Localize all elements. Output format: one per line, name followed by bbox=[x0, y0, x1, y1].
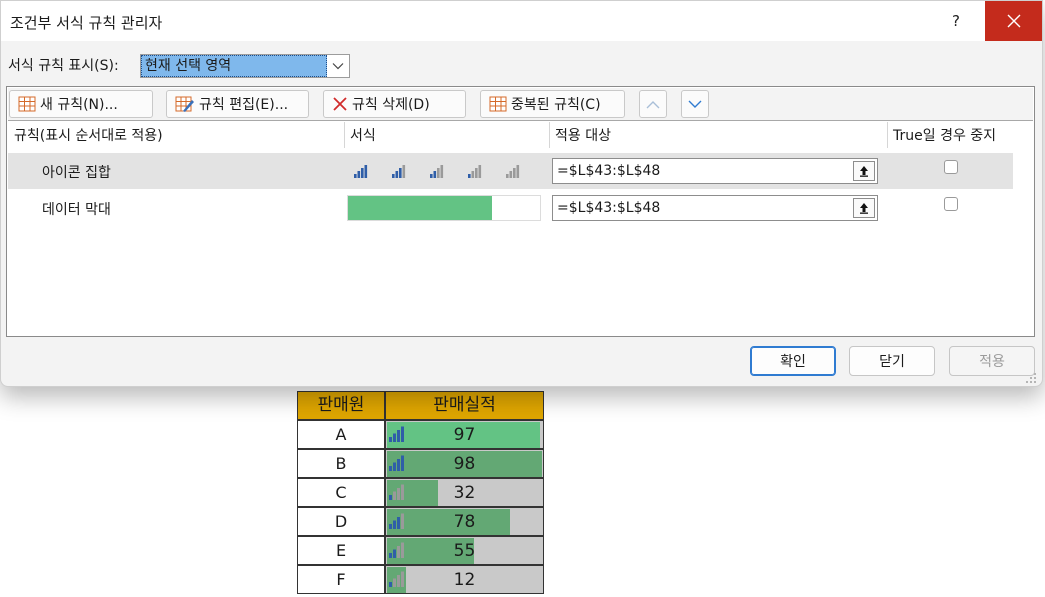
move-up-icon bbox=[646, 100, 660, 108]
icon-set-preview bbox=[346, 159, 546, 183]
signal-bars-icon bbox=[354, 165, 520, 178]
column-divider bbox=[549, 122, 550, 148]
move-down-button[interactable] bbox=[681, 90, 709, 118]
duplicate-rule-icon bbox=[489, 96, 507, 112]
show-rules-dropdown[interactable]: 현재 선택 영역 bbox=[140, 54, 350, 78]
resize-grip-icon[interactable] bbox=[1023, 369, 1037, 383]
rules-toolbar: 새 규칙(N)... 규칙 편집(E)... 규칙 삭제(D) 중복된 규칙(C… bbox=[8, 88, 1033, 121]
close-dialog-button[interactable]: 닫기 bbox=[849, 346, 935, 376]
new-rule-icon bbox=[18, 96, 36, 112]
show-rules-label: 서식 규칙 표시(S): bbox=[8, 58, 119, 74]
seller-cell[interactable]: C bbox=[297, 478, 385, 507]
move-up-button[interactable] bbox=[639, 90, 667, 118]
column-header-stop-if-true: True일 경우 중지 bbox=[893, 128, 997, 144]
column-divider bbox=[887, 122, 888, 148]
rule-row-data-bar[interactable]: 데이터 막대 =$L$43:$L$48 bbox=[8, 190, 1013, 226]
rule-row-icon-set[interactable]: 아이콘 집합 =$L$43:$L$48 bbox=[8, 153, 1013, 189]
edit-rule-icon bbox=[175, 96, 194, 112]
sales-value: 97 bbox=[453, 425, 476, 445]
rule-name: 아이콘 집합 bbox=[42, 165, 111, 181]
close-icon bbox=[1007, 14, 1020, 28]
dialog-title: 조건부 서식 규칙 관리자 bbox=[10, 14, 163, 32]
sales-value: 32 bbox=[453, 483, 476, 503]
table-header-sales[interactable]: 판매실적 bbox=[385, 391, 544, 420]
rule-name: 데이터 막대 bbox=[42, 202, 111, 218]
column-header-applies-to: 적용 대상 bbox=[555, 128, 611, 144]
applies-to-field[interactable]: =$L$43:$L$48 bbox=[552, 158, 878, 184]
ok-button[interactable]: 확인 bbox=[750, 346, 836, 376]
delete-x-icon bbox=[333, 97, 347, 111]
applies-to-field[interactable]: =$L$43:$L$48 bbox=[552, 195, 878, 221]
collapse-range-icon[interactable] bbox=[853, 161, 875, 181]
seller-cell[interactable]: A bbox=[297, 420, 385, 449]
sales-value: 12 bbox=[453, 570, 476, 590]
edit-rule-button[interactable]: 규칙 편집(E)... bbox=[166, 90, 309, 118]
new-rule-label: 새 규칙(N)... bbox=[40, 97, 118, 113]
chevron-down-icon bbox=[329, 57, 347, 75]
title-bar[interactable]: 조건부 서식 규칙 관리자 ? bbox=[1, 1, 1042, 41]
column-header-rule: 규칙(표시 순서대로 적용) bbox=[14, 128, 163, 144]
table-header-seller[interactable]: 판매원 bbox=[297, 391, 385, 420]
data-bar-preview-fill bbox=[348, 196, 492, 220]
move-down-icon bbox=[688, 100, 702, 108]
duplicate-rule-button[interactable]: 중복된 규칙(C) bbox=[480, 90, 625, 118]
sales-cell[interactable]: 12 bbox=[385, 565, 544, 594]
column-divider bbox=[344, 122, 345, 148]
seller-cell[interactable]: F bbox=[297, 565, 385, 594]
data-bar-preview bbox=[347, 195, 541, 221]
sales-cell[interactable]: 97 bbox=[385, 420, 544, 449]
sales-value: 98 bbox=[453, 454, 476, 474]
duplicate-rule-label: 중복된 규칙(C) bbox=[511, 97, 601, 113]
sales-cell[interactable]: 78 bbox=[385, 507, 544, 536]
seller-cell[interactable]: E bbox=[297, 536, 385, 565]
rules-panel: 새 규칙(N)... 규칙 편집(E)... 규칙 삭제(D) 중복된 규칙(C… bbox=[6, 86, 1035, 337]
new-rule-button[interactable]: 새 규칙(N)... bbox=[9, 90, 153, 118]
column-header-format: 서식 bbox=[350, 128, 376, 144]
help-button[interactable]: ? bbox=[933, 1, 979, 41]
seller-cell[interactable]: D bbox=[297, 507, 385, 536]
edit-rule-label: 규칙 편집(E)... bbox=[199, 97, 289, 113]
sales-value: 78 bbox=[453, 512, 476, 532]
sales-value: 55 bbox=[453, 541, 476, 561]
collapse-range-icon[interactable] bbox=[853, 198, 875, 218]
sales-cell[interactable]: 32 bbox=[385, 478, 544, 507]
conditional-format-rules-manager-dialog: 조건부 서식 규칙 관리자 ? 서식 규칙 표시(S): 현재 선택 영역 새 … bbox=[0, 0, 1043, 387]
delete-rule-label: 규칙 삭제(D) bbox=[352, 97, 430, 113]
show-rules-selected-value: 현재 선택 영역 bbox=[141, 55, 327, 77]
sales-cell[interactable]: 98 bbox=[385, 449, 544, 478]
sales-cell[interactable]: 55 bbox=[385, 536, 544, 565]
seller-cell[interactable]: B bbox=[297, 449, 385, 478]
stop-if-true-checkbox[interactable] bbox=[944, 197, 958, 211]
delete-rule-button[interactable]: 규칙 삭제(D) bbox=[323, 90, 466, 118]
close-button[interactable] bbox=[985, 1, 1042, 41]
stop-if-true-checkbox[interactable] bbox=[944, 160, 958, 174]
